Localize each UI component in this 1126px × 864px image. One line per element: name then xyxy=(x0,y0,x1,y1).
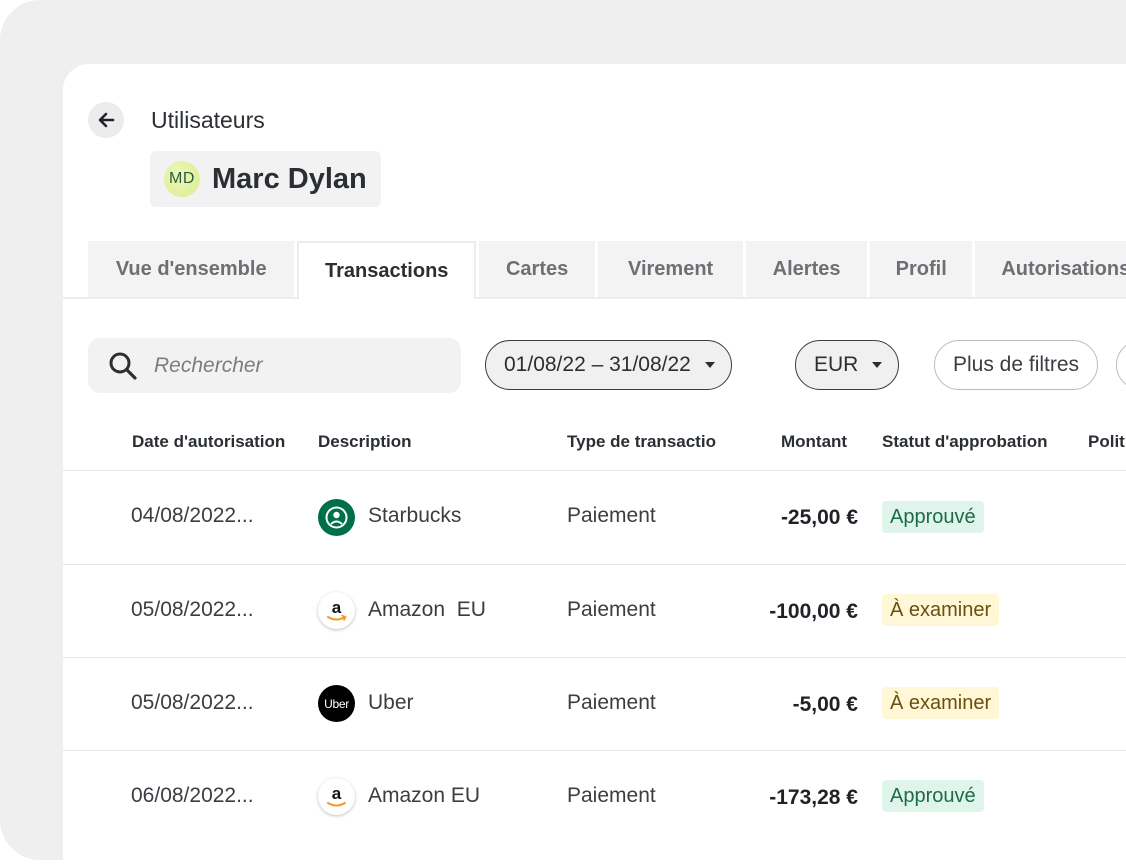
date-cell: 05/08/2022... xyxy=(131,691,254,714)
user-chip: MD Marc Dylan xyxy=(150,151,381,207)
date-range-filter[interactable]: 01/08/22 – 31/08/22 xyxy=(485,340,732,390)
type-cell: Paiement xyxy=(567,504,656,527)
avatar: MD xyxy=(164,161,200,197)
col-header-status[interactable]: Statut d'approbation xyxy=(882,432,1048,452)
date-range-label: 01/08/22 – 31/08/22 xyxy=(504,353,691,376)
search-icon xyxy=(109,352,137,380)
more-filters-button[interactable]: Plus de filtres xyxy=(934,340,1099,390)
amazon-logo-icon: a xyxy=(318,592,355,629)
back-button[interactable] xyxy=(88,102,124,138)
date-cell: 06/08/2022... xyxy=(131,784,254,807)
arrow-left-icon xyxy=(98,112,115,128)
type-cell: Paiement xyxy=(567,784,656,807)
search-input[interactable] xyxy=(152,352,436,379)
row-divider xyxy=(63,657,1126,658)
amazon-logo-letter: a xyxy=(332,598,342,617)
breadcrumb[interactable]: Utilisateurs xyxy=(151,107,265,134)
col-header-description[interactable]: Description xyxy=(318,432,412,452)
tab-profile[interactable]: Profil xyxy=(870,241,973,297)
tab-transfer[interactable]: Virement xyxy=(598,241,744,297)
status-badge: À examiner xyxy=(882,594,1000,626)
amazon-logo-letter: a xyxy=(332,784,342,803)
col-header-date[interactable]: Date d'autorisation xyxy=(132,432,285,452)
tab-authorizations[interactable]: Autorisations xyxy=(975,241,1126,297)
type-cell: Paiement xyxy=(567,598,656,621)
merchant-cell: Amazon EU xyxy=(368,598,486,621)
search-box[interactable] xyxy=(88,338,461,393)
merchant-cell: Uber xyxy=(368,691,414,714)
merchant-cell: Amazon EU xyxy=(368,784,481,807)
currency-label: EUR xyxy=(814,353,859,376)
tab-bar: Vue d'ensemble Transactions Cartes Virem… xyxy=(63,241,1126,299)
status-badge: Approuvé xyxy=(882,780,984,812)
tab-transactions[interactable]: Transactions xyxy=(297,241,477,299)
uber-logo-text: Uber xyxy=(324,696,349,711)
amount-cell: -100,00 € xyxy=(769,600,858,623)
main-card: Utilisateurs MD Marc Dylan Vue d'ensembl… xyxy=(63,64,1126,864)
row-divider xyxy=(63,750,1126,751)
amazon-logo-icon: a xyxy=(318,778,355,815)
status-badge: Approuvé xyxy=(882,501,984,533)
user-name: Marc Dylan xyxy=(212,162,367,195)
amount-cell: -5,00 € xyxy=(792,693,858,716)
col-header-amount[interactable]: Montant xyxy=(781,432,847,452)
starbucks-logo-icon xyxy=(318,499,355,536)
amount-cell: -173,28 € xyxy=(769,786,858,809)
currency-filter[interactable]: EUR xyxy=(795,340,900,390)
row-divider xyxy=(63,470,1126,471)
tab-alerts[interactable]: Alertes xyxy=(746,241,868,297)
tab-cards[interactable]: Cartes xyxy=(479,241,596,297)
amount-cell: -25,00 € xyxy=(780,506,858,529)
row-divider xyxy=(63,564,1126,565)
merchant-cell: Starbucks xyxy=(368,504,462,527)
uber-logo-icon: Uber xyxy=(318,685,355,722)
extra-filter-button[interactable] xyxy=(1116,340,1126,390)
col-header-policy[interactable]: Polit xyxy=(1088,432,1125,452)
date-cell: 05/08/2022... xyxy=(131,598,254,621)
status-badge: À examiner xyxy=(882,687,1000,719)
date-cell: 04/08/2022... xyxy=(131,504,254,527)
chevron-down-icon xyxy=(872,362,883,368)
chevron-down-icon xyxy=(704,362,715,368)
type-cell: Paiement xyxy=(567,691,656,714)
tab-overview[interactable]: Vue d'ensemble xyxy=(88,241,295,297)
col-header-type[interactable]: Type de transactio xyxy=(567,432,716,452)
